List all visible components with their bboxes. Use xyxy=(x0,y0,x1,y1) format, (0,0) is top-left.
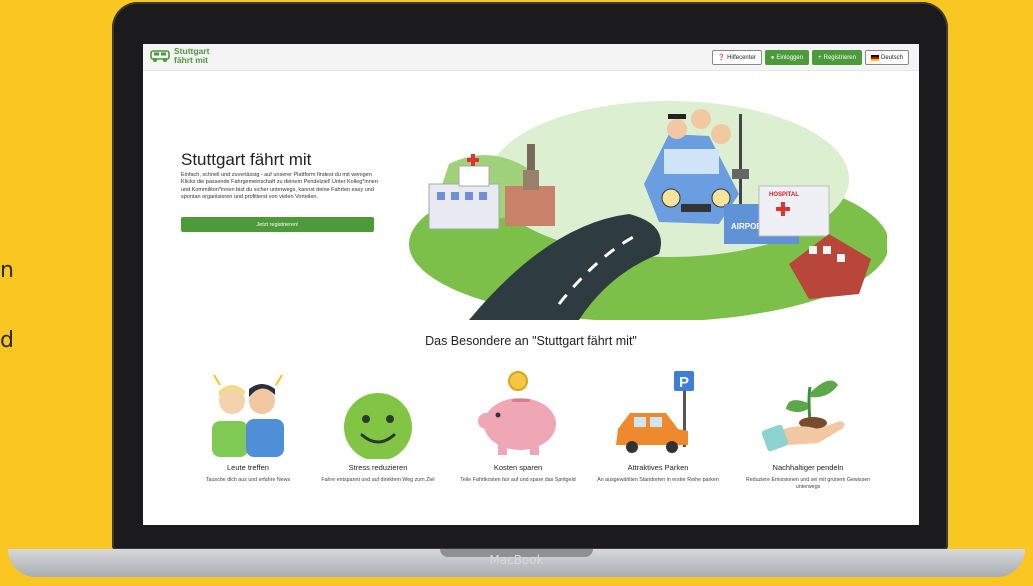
logo-line-2: fährt mit xyxy=(174,54,208,65)
feature-title-meet: Leute treffen xyxy=(227,463,269,472)
german-flag-icon xyxy=(870,54,879,61)
add-user-icon: + xyxy=(818,54,822,61)
language-label: Deutsch xyxy=(880,54,903,61)
login-label: Einloggen xyxy=(776,54,804,61)
car-logo-icon xyxy=(150,49,170,62)
feature-card-sustainable: Nachhaltiger pendeln Reduziere Emissione… xyxy=(738,369,878,491)
register-button[interactable]: + Registrieren xyxy=(812,50,862,65)
feature-title-costs: Kosten sparen xyxy=(493,463,543,472)
side-text-2: d xyxy=(0,328,14,353)
people-icon xyxy=(212,374,284,457)
device-brand-label: MacBook xyxy=(489,553,544,567)
hero-description: Einfach, schnell und zuverlässig - auf u… xyxy=(181,172,378,201)
hero-illustration: AIRPORT HOSPITAL xyxy=(409,101,887,320)
features-title: Das Besondere an "Stuttgart fährt mit" xyxy=(425,334,637,348)
feature-card-costs: Kosten sparen Teile Fahrtkosten fair auf… xyxy=(448,369,588,484)
question-icon: ❓ xyxy=(717,55,726,61)
login-button[interactable]: ● Einloggen xyxy=(764,50,810,65)
feature-card-parking: P Attraktives Parken An ausgewählten Sta… xyxy=(588,369,728,484)
side-text-1: n xyxy=(0,258,14,283)
help-center-label: Hilfecenter xyxy=(727,54,756,61)
feature-desc-meet: Tausche dich aus und erfahre News xyxy=(205,477,291,483)
feature-desc-sustainable: Reduziere Emissionen und sei mit grünem … xyxy=(745,477,871,490)
feature-title-stress: Stress reduzieren xyxy=(348,463,408,472)
help-center-button[interactable]: ❓ Hilfecenter xyxy=(711,50,762,65)
smiley-icon xyxy=(344,393,412,459)
language-select[interactable]: Deutsch xyxy=(864,50,909,65)
piggy-bank-icon xyxy=(478,371,556,455)
feature-title-sustainable: Nachhaltiger pendeln xyxy=(772,463,844,472)
hospital-sign-text: HOSPITAL xyxy=(769,192,799,198)
feature-desc-costs: Teile Fahrtkosten fair auf und spare das… xyxy=(460,477,576,483)
parking-car-icon: P xyxy=(616,371,694,453)
register-cta-button[interactable]: Jetzt registrieren! xyxy=(181,217,374,232)
user-icon: ● xyxy=(770,54,775,61)
feature-card-meet: Leute treffen Tausche dich aus und erfah… xyxy=(178,369,318,484)
register-label: Registrieren xyxy=(823,54,856,61)
site-logo[interactable]: Stuttgart fährt mit xyxy=(149,47,209,64)
browser-screen: Stuttgart fährt mit ❓ Hilfecenter ● Einl… xyxy=(143,44,919,525)
hero-title: Stuttgart fährt mit xyxy=(181,150,312,169)
feature-card-stress: Stress reduzieren Fahre entspannt und au… xyxy=(308,369,448,484)
plant-hand-icon xyxy=(761,380,845,452)
feature-desc-parking: An ausgewählten Standorten in erster Rei… xyxy=(597,477,719,483)
feature-title-parking: Attraktives Parken xyxy=(627,463,689,472)
parking-sign-letter: P xyxy=(679,374,689,391)
navbar: Stuttgart fährt mit ❓ Hilfecenter ● Einl… xyxy=(143,44,919,71)
feature-desc-stress: Fahre entspannt und auf direktem Weg zum… xyxy=(321,477,435,483)
